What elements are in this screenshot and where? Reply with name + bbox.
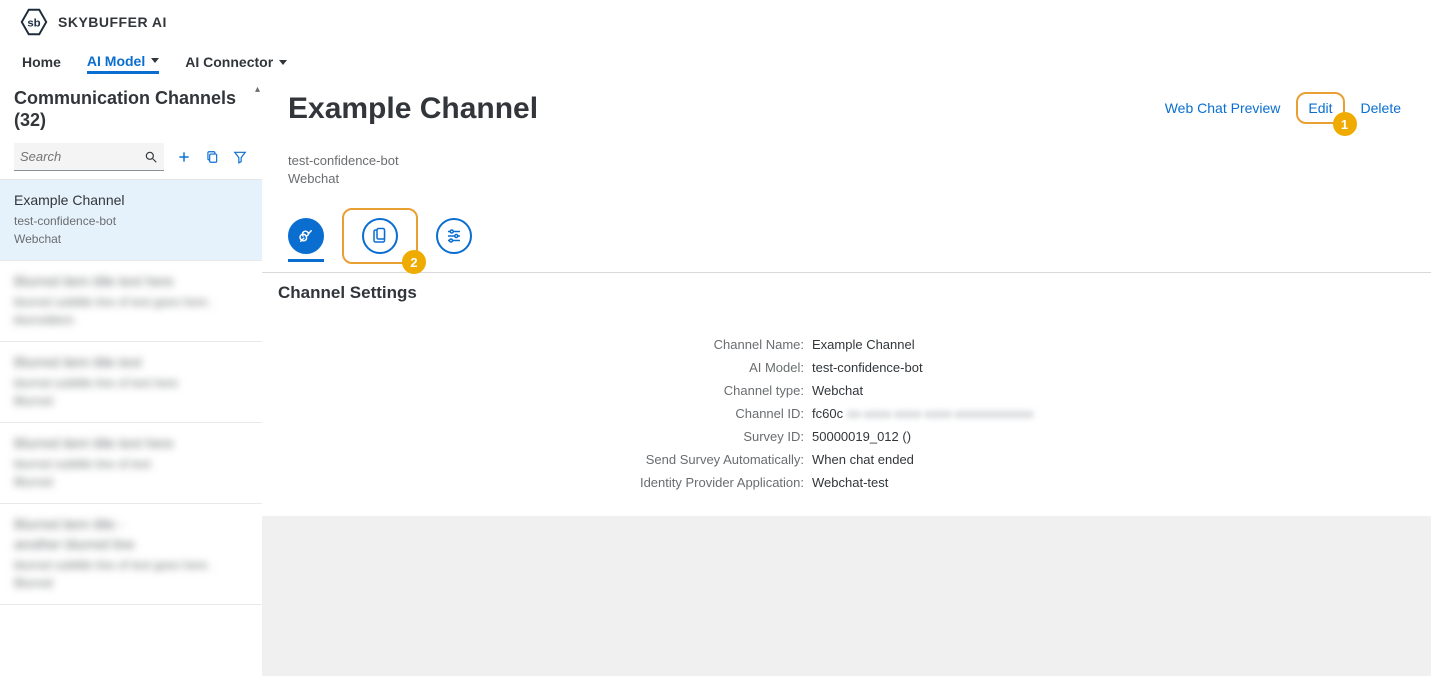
tab-connection[interactable] [288, 218, 324, 254]
settings-value: fc60c xx-xxxx-xxxx-xxxx-xxxxxxxxxxxx [812, 406, 1033, 421]
list-item[interactable]: Example Channel test-confidence-bot Webc… [0, 180, 262, 261]
content-footer-area [262, 516, 1431, 676]
settings-value: Webchat-test [812, 475, 888, 490]
list-item-title2: another blurred line [14, 536, 248, 552]
content: Example Channel Web Chat Preview Edit 1 … [262, 82, 1431, 676]
top-nav: Home AI Model AI Connector [0, 44, 1431, 82]
list-item[interactable]: Blurred item title - another blurred lin… [0, 504, 262, 605]
nav-ai-connector[interactable]: AI Connector [185, 54, 287, 72]
chevron-down-icon [279, 60, 287, 65]
tab-settings[interactable] [362, 218, 398, 254]
nav-ai-model[interactable]: AI Model [87, 53, 159, 74]
sidebar-title: Communication Channels (32) [0, 82, 262, 137]
list-item-title: Blurred item title text [14, 354, 248, 370]
section-title: Channel Settings [262, 273, 1431, 319]
copy-icon[interactable] [204, 149, 220, 165]
list-item-sub: Blurred [14, 392, 248, 410]
search-icon[interactable] [144, 150, 158, 164]
list-item-sub: Blurred [14, 574, 248, 592]
edit-button[interactable]: Edit [1308, 100, 1332, 116]
list-item-sub: blurred subtitle line of text goes here … [14, 556, 248, 574]
page-title: Example Channel [288, 92, 538, 126]
list-item-sub: Webchat [14, 230, 248, 248]
settings-label: Channel Name: [262, 337, 812, 352]
sidebar-title-line2: (32) [14, 110, 248, 132]
settings-label: Channel type: [262, 383, 812, 398]
channel-id-blurred: xx-xxxx-xxxx-xxxx-xxxxxxxxxxxx [847, 406, 1033, 421]
list-item[interactable]: Blurred item title text here blurred sub… [0, 423, 262, 504]
sidebar-collapse-arrow-icon[interactable]: ▴ [255, 84, 260, 95]
list-item-sub: blurreditem [14, 311, 248, 329]
channel-list[interactable]: Example Channel test-confidence-bot Webc… [0, 179, 262, 676]
settings-value: Webchat [812, 383, 863, 398]
brand-name: SKYBUFFER AI [58, 14, 167, 30]
list-item-sub: test-confidence-bot [14, 212, 248, 230]
settings-label: Identity Provider Application: [262, 475, 812, 490]
list-item[interactable]: Blurred item title text blurred subtitle… [0, 342, 262, 423]
header-actions: Web Chat Preview Edit 1 Delete [1161, 92, 1405, 124]
list-item-sub: blurred subtitle line of text [14, 455, 248, 473]
tab-callout: 2 [342, 208, 418, 264]
settings-row: Send Survey Automatically: When chat end… [262, 448, 1431, 471]
settings-row: Identity Provider Application: Webchat-t… [262, 471, 1431, 494]
list-item[interactable]: Blurred item title text here blurred sub… [0, 261, 262, 342]
list-item-title: Example Channel [14, 192, 248, 208]
chevron-down-icon [151, 58, 159, 63]
round-tabs: 2 [288, 208, 1405, 272]
settings-value: Example Channel [812, 337, 915, 352]
callout-badge-1: 1 [1333, 112, 1357, 136]
header-subtitle-2: Webchat [288, 170, 1405, 188]
brand-logo-icon: sb [20, 8, 48, 36]
header-subtitle-1: test-confidence-bot [288, 152, 1405, 170]
callout-badge-2: 2 [402, 250, 426, 274]
settings-grid: Channel Name: Example Channel AI Model: … [262, 319, 1431, 516]
nav-ai-connector-label: AI Connector [185, 54, 273, 70]
filter-icon[interactable] [232, 149, 248, 165]
settings-label: Survey ID: [262, 429, 812, 444]
list-item-sub: Blurred [14, 473, 248, 491]
web-chat-preview-button[interactable]: Web Chat Preview [1161, 96, 1285, 120]
list-item-title: Blurred item title - [14, 516, 248, 532]
channel-id-prefix: fc60c [812, 406, 843, 421]
delete-button[interactable]: Delete [1357, 96, 1405, 120]
edit-callout: Edit 1 [1296, 92, 1344, 124]
nav-home[interactable]: Home [22, 54, 61, 72]
list-item-title: Blurred item title text here [14, 435, 248, 451]
brand: sb SKYBUFFER AI [20, 8, 167, 36]
settings-row: Channel Name: Example Channel [262, 333, 1431, 356]
list-item-title: Blurred item title text here [14, 273, 248, 289]
sidebar: ▴ Communication Channels (32) [0, 82, 262, 676]
search-input-wrap[interactable] [14, 143, 164, 171]
nav-ai-model-label: AI Model [87, 53, 145, 69]
settings-label: Channel ID: [262, 406, 812, 421]
settings-row: Survey ID: 50000019_012 () [262, 425, 1431, 448]
list-item-sub: blurred subtitle line of text here [14, 374, 248, 392]
settings-value: test-confidence-bot [812, 360, 923, 375]
sidebar-tools [0, 137, 262, 179]
list-item-sub: blurred subtitle line of text goes here … [14, 293, 248, 311]
settings-row: Channel type: Webchat [262, 379, 1431, 402]
svg-text:sb: sb [27, 17, 40, 29]
tab-advanced[interactable] [436, 218, 472, 254]
add-icon[interactable] [176, 149, 192, 165]
search-input[interactable] [20, 149, 144, 164]
settings-value: 50000019_012 () [812, 429, 911, 444]
settings-row: AI Model: test-confidence-bot [262, 356, 1431, 379]
settings-label: AI Model: [262, 360, 812, 375]
content-header: Example Channel Web Chat Preview Edit 1 … [262, 82, 1431, 273]
sidebar-title-line1: Communication Channels [14, 88, 248, 110]
settings-label: Send Survey Automatically: [262, 452, 812, 467]
settings-row: Channel ID: fc60c xx-xxxx-xxxx-xxxx-xxxxx… [262, 402, 1431, 425]
app-header: sb SKYBUFFER AI [0, 0, 1431, 44]
header-subtitle: test-confidence-bot Webchat [288, 152, 1405, 188]
settings-value: When chat ended [812, 452, 914, 467]
